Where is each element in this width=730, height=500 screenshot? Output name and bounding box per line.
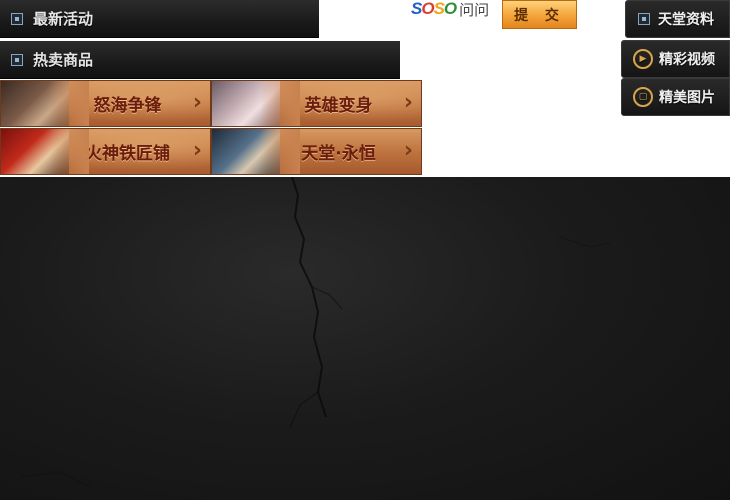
character-portrait: [212, 81, 300, 126]
crack-texture: [19, 177, 611, 488]
logo-letter: O: [421, 0, 434, 18]
chevron-right-icon: ›: [192, 90, 202, 115]
banner-lineage-eternal[interactable]: 天堂·永恒 ›: [211, 128, 422, 175]
banner-label: 怒海争锋: [93, 96, 162, 116]
character-portrait: [1, 81, 89, 126]
play-icon: ▶: [633, 49, 653, 69]
hot-items-bar[interactable]: 热卖商品: [0, 41, 400, 79]
character-portrait: [1, 129, 89, 174]
square-bullet-icon: [638, 13, 650, 25]
soso-wenwen-logo[interactable]: S O S O 问问: [411, 0, 499, 19]
nav-pictures-label: 精美图片: [659, 90, 715, 106]
logo-letter: S: [433, 0, 445, 18]
banner-fire-smithy[interactable]: 火神铁匠铺 ›: [0, 128, 211, 175]
logo-letter: S: [411, 0, 422, 18]
latest-events-label: 最新活动: [33, 10, 94, 28]
picture-icon: ▢: [633, 87, 653, 107]
logo-letter: O: [443, 0, 457, 18]
square-bullet-icon: [11, 53, 23, 66]
banner-label: 天堂·永恒: [301, 144, 376, 164]
nav-videos[interactable]: ▶ 精彩视频: [621, 40, 730, 78]
nav-videos-label: 精彩视频: [659, 52, 715, 68]
nav-pictures[interactable]: ▢ 精美图片: [621, 78, 730, 116]
chevron-right-icon: ›: [192, 138, 202, 163]
nav-lineage-info-label: 天堂资料: [658, 12, 714, 28]
banner-hero-transform[interactable]: 英雄变身 ›: [211, 80, 422, 127]
character-portrait: [212, 129, 300, 174]
chevron-right-icon: ›: [403, 138, 413, 163]
banner-sea-battle[interactable]: 怒海争锋 ›: [0, 80, 211, 127]
banner-label: 火神铁匠铺: [85, 144, 170, 164]
square-bullet-icon: [11, 12, 23, 25]
submit-button[interactable]: 提 交: [502, 0, 577, 29]
nav-lineage-info[interactable]: 天堂资料: [625, 0, 730, 38]
hot-items-label: 热卖商品: [33, 51, 94, 69]
logo-suffix: 问问: [459, 1, 490, 19]
chevron-right-icon: ›: [403, 90, 413, 115]
latest-events-bar[interactable]: 最新活动: [0, 0, 319, 38]
banner-label: 英雄变身: [304, 96, 373, 116]
dark-texture-background: [0, 177, 730, 500]
